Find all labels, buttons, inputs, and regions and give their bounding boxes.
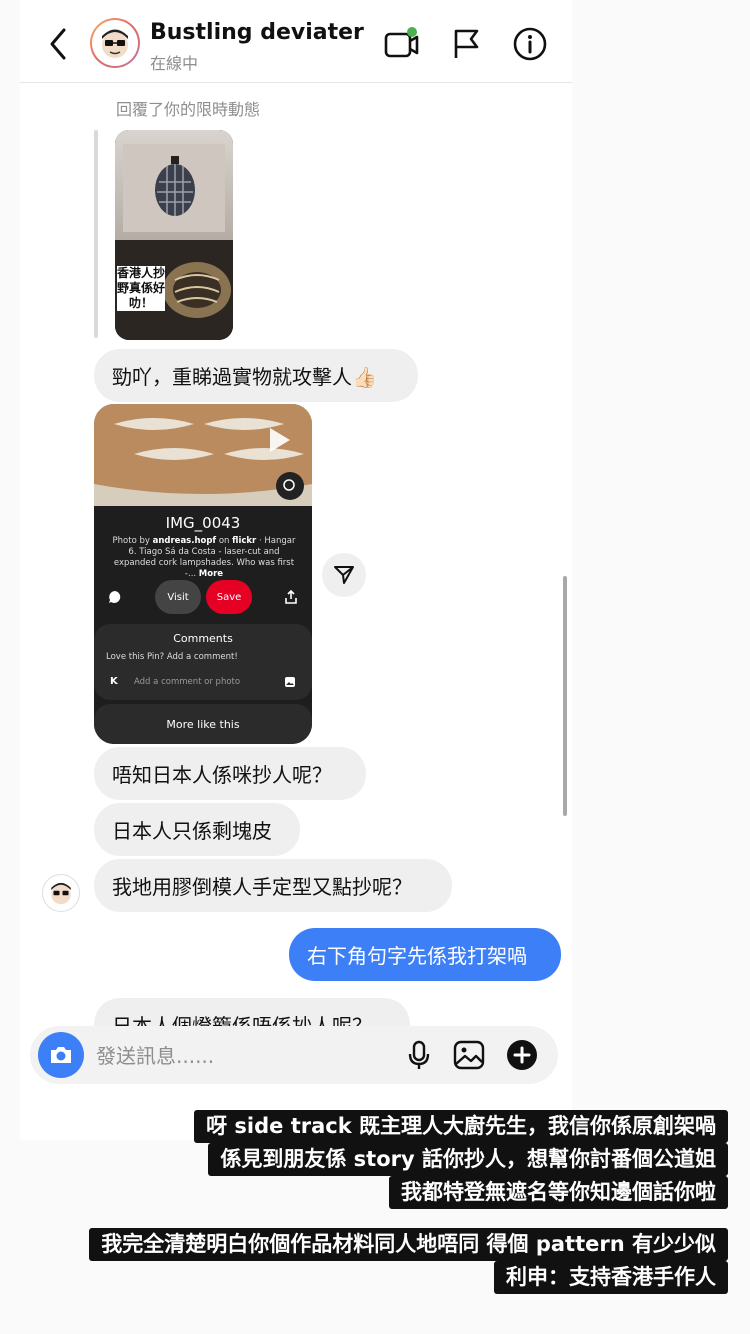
my-message-bubble[interactable]: 右下角句字先係我打架喎 [289,928,561,981]
comment-bubble-icon[interactable] [108,590,122,604]
pin-visit-button[interactable]: Visit [155,580,201,614]
contact-name[interactable]: Bustling deviater [150,20,364,45]
scrollbar[interactable] [563,576,567,816]
caption-line: 係見到朋友係 story 話你抄人，想幫你討番個公道姐 [208,1143,728,1176]
pin-desc-prefix: Photo by [112,536,153,546]
reply-quote-bar [94,130,98,338]
pin-save-button[interactable]: Save [206,580,252,614]
info-icon[interactable] [510,24,550,64]
sender-avatar[interactable] [42,874,80,912]
caption-line: 我都特登無遮名等你知邊個話你啦 [389,1176,728,1209]
pin-desc-author[interactable]: andreas.hopf [153,536,217,546]
message-input[interactable] [94,1038,388,1074]
pin-comment-input[interactable]: Add a comment or photo [134,677,240,687]
photo-icon[interactable] [284,676,296,688]
camera-button[interactable] [38,1032,84,1078]
contact-avatar[interactable] [90,18,140,68]
message-bubble[interactable]: 日本人只係剩塊皮 [94,803,300,856]
video-call-icon[interactable] [382,24,422,64]
story-thumbnail[interactable]: 香港人抄野真係好叻！ [115,130,233,340]
story-top-image [115,130,233,240]
lantern-icon [123,144,225,232]
pin-comments-panel: Comments Love this Pin? Add a comment! K… [94,624,312,700]
chat-header: Bustling deviater 在線中 [20,0,572,83]
commenter-avatar: K [110,676,118,687]
message-bubble[interactable]: 我地用膠倒模人手定型又點抄呢？ [94,859,452,912]
pin-desc-more[interactable]: More [199,569,223,579]
share-message-button[interactable] [322,553,366,597]
story-caption: 香港人抄野真係好叻！ [117,266,166,311]
caption-line: 利申：支持香港手作人 [494,1261,728,1294]
back-arrow-icon[interactable] [44,26,74,62]
caption-line: 呀 side track 既主理人大廚先生，我信你係原創架喎 [194,1110,728,1143]
microphone-icon[interactable] [402,1038,436,1072]
story-reply-note: 回覆了你的限時動態 [116,100,261,119]
pin-comments-prompt: Love this Pin? Add a comment! [106,652,238,662]
flag-icon[interactable] [447,24,487,64]
cork-lampshade-icon [94,404,312,506]
gallery-icon[interactable] [452,1038,486,1072]
pin-more-like-this[interactable]: More like this [94,704,312,744]
pin-comments-title: Comments [173,632,233,645]
contact-status: 在線中 [150,54,199,73]
add-plus-icon[interactable] [505,1038,539,1072]
message-bubble[interactable]: 勁吖，重睇過實物就攻擊人👍🏻 [94,349,418,402]
send-arrow-icon [334,566,354,584]
pin-description: Photo by andreas.hopf on flickr · Hangar… [110,536,298,580]
left-margin [0,0,20,1140]
caption-line: 我完全清楚明白你個作品材料同人地唔同 得個 pattern 有少少似 [89,1228,728,1261]
pin-desc-on: on [216,536,233,546]
cartoon-face-icon [102,29,128,58]
pin-image [94,404,312,506]
message-composer [30,1026,558,1084]
cartoon-face-icon [51,882,71,905]
pin-desc-source[interactable]: flickr [232,536,256,546]
message-bubble[interactable]: 唔知日本人係咪抄人呢？ [94,747,366,800]
camera-icon [51,1047,71,1063]
pin-title: IMG_0043 [165,514,241,532]
share-upload-icon[interactable] [284,590,298,604]
shared-pin-card[interactable]: IMG_0043 Photo by andreas.hopf on flickr… [94,404,312,744]
